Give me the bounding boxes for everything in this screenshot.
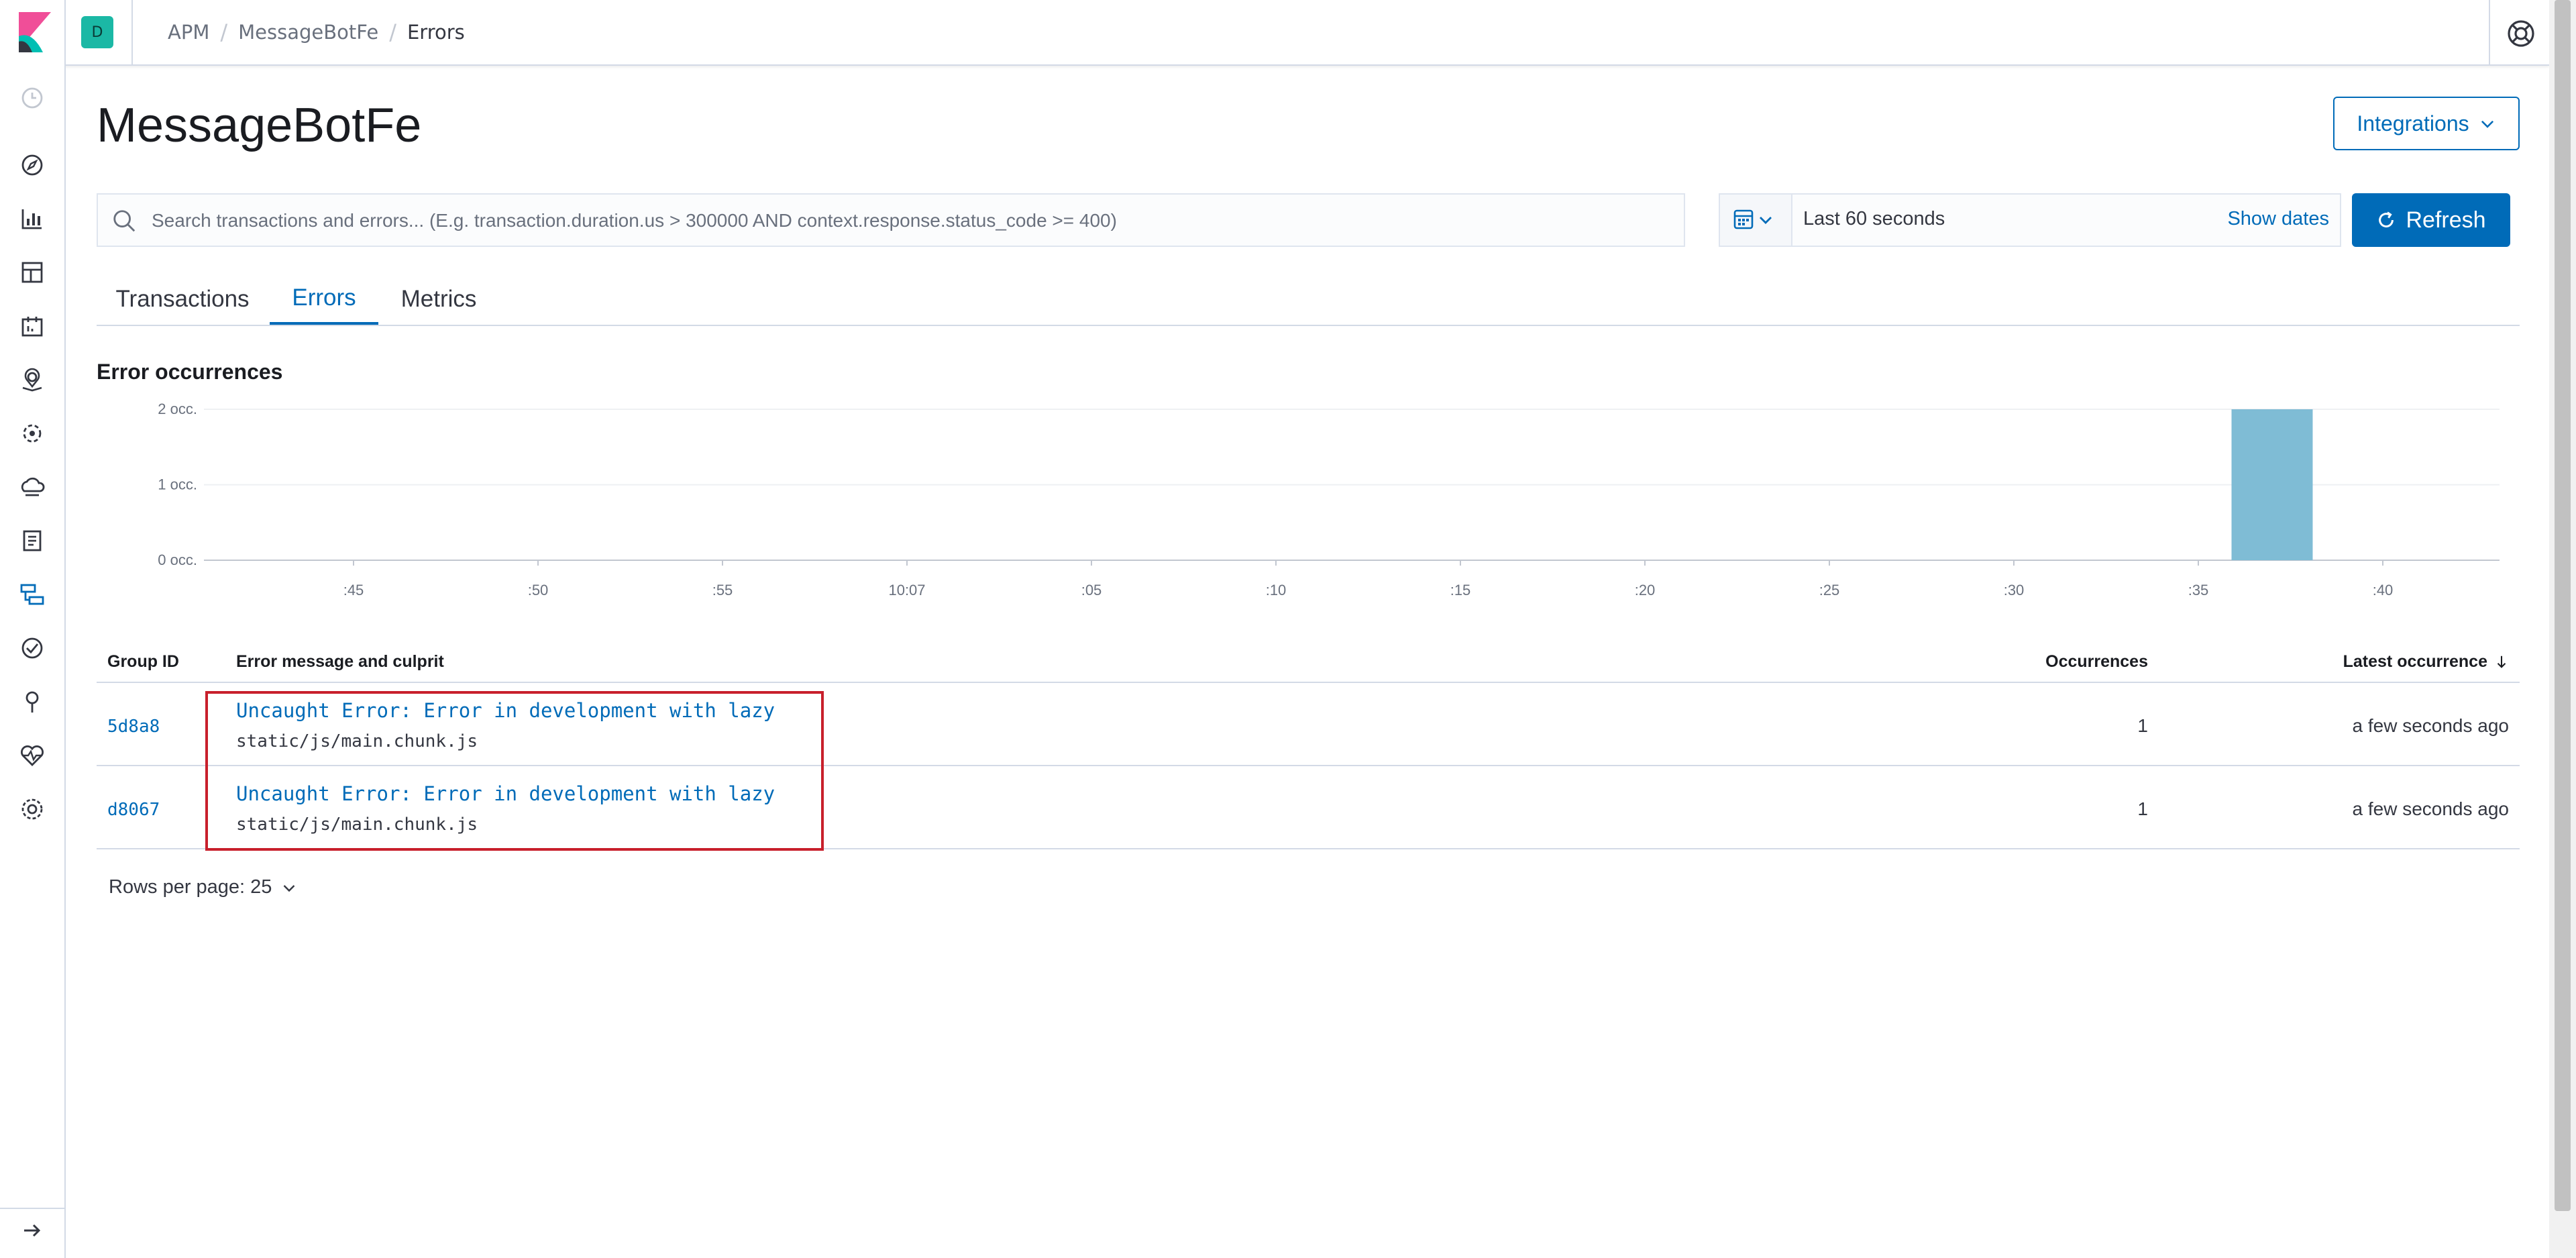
chevron-down-icon [284, 884, 295, 892]
column-header-latest[interactable]: Latest occurrence [2343, 641, 2509, 682]
header-divider [2489, 0, 2490, 64]
y-tick-label: 0 occ. [158, 552, 197, 568]
date-picker: Last 60 seconds Show dates [1719, 193, 2341, 247]
infrastructure-icon[interactable] [19, 474, 46, 501]
tab-transactions[interactable]: Transactions [97, 274, 268, 325]
canvas-icon[interactable] [19, 313, 46, 339]
integrations-button[interactable]: Integrations [2333, 97, 2520, 150]
error-message-link[interactable]: Uncaught Error: Error in development wit… [236, 699, 775, 722]
group-id-link[interactable]: 5d8a8 [107, 717, 160, 737]
breadcrumb-separator: / [389, 19, 396, 45]
search-bar [97, 193, 1685, 247]
table-row: d8067 Uncaught Error: Error in developme… [97, 766, 2520, 849]
search-icon [113, 210, 136, 232]
logs-icon[interactable] [19, 527, 46, 554]
breadcrumb-separator: / [220, 19, 228, 45]
page-title: MessageBotFe [97, 99, 422, 152]
side-nav [0, 64, 66, 1258]
y-tick-label: 1 occ. [158, 476, 197, 493]
chart-bar[interactable] [2231, 409, 2313, 560]
x-tick-label: :45 [343, 582, 364, 598]
chevron-down-icon [2481, 120, 2493, 128]
x-tick-label: :20 [1635, 582, 1656, 598]
breadcrumb-errors: Errors [407, 21, 465, 44]
refresh-button[interactable]: Refresh [2352, 193, 2510, 247]
breadcrumb-service[interactable]: MessageBotFe [238, 21, 378, 44]
tab-bar: Transactions Errors Metrics [97, 274, 2520, 326]
top-header: D APM / MessageBotFe / Errors [0, 0, 2549, 66]
space-avatar[interactable]: D [81, 16, 113, 48]
x-tick-label: :05 [1081, 582, 1102, 598]
dashboard-icon[interactable] [19, 259, 46, 286]
tab-errors[interactable]: Errors [270, 274, 378, 325]
date-range-label[interactable]: Last 60 seconds [1803, 208, 1945, 230]
refresh-label: Refresh [2406, 207, 2486, 233]
scrollbar-thumb[interactable] [2555, 0, 2571, 1211]
occurrences-count: 1 [2137, 715, 2148, 736]
stack-monitoring-icon[interactable] [19, 742, 46, 769]
header-divider [64, 0, 66, 64]
latest-occurrence: a few seconds ago [2352, 715, 2510, 736]
expand-nav-arrow-icon[interactable] [19, 1217, 46, 1244]
x-tick-label: :30 [2004, 582, 2025, 598]
breadcrumb-apm[interactable]: APM [168, 21, 209, 44]
quick-select-button[interactable] [1720, 195, 1792, 246]
x-tick-label: :50 [528, 582, 549, 598]
latest-header-label: Latest occurrence [2343, 651, 2487, 671]
occurrences-count: 1 [2137, 798, 2148, 819]
column-header-message[interactable]: Error message and culprit [236, 641, 444, 682]
breadcrumb: APM / MessageBotFe / Errors [168, 19, 465, 46]
error-message-link[interactable]: Uncaught Error: Error in development wit… [236, 782, 775, 805]
tab-metrics[interactable]: Metrics [378, 274, 499, 325]
latest-occurrence: a few seconds ago [2352, 798, 2510, 819]
x-tick-label: :10 [1266, 582, 1287, 598]
rows-per-page-selector[interactable]: Rows per page: 25 [109, 876, 297, 898]
show-dates-link[interactable]: Show dates [2227, 208, 2329, 230]
y-tick-label: 2 occ. [158, 401, 197, 417]
recently-viewed-icon[interactable] [19, 85, 46, 111]
error-occurrences-chart: 0 occ. 1 occ. 2 occ. :45 :50 :55 10:07 :05 :10 :1… [158, 401, 2500, 598]
error-culprit: static/js/main.chunk.js [236, 815, 478, 835]
search-input[interactable] [150, 195, 1676, 247]
error-culprit: static/js/main.chunk.js [236, 731, 478, 751]
apm-icon[interactable] [19, 581, 46, 608]
column-header-group-id[interactable]: Group ID [107, 641, 179, 682]
rows-per-page-label: Rows per page: 25 [109, 876, 272, 898]
calendar-icon [1733, 209, 1772, 229]
table-row: 5d8a8 Uncaught Error: Error in developme… [97, 683, 2520, 766]
sort-down-arrow-icon [2497, 656, 2506, 668]
header-divider [131, 0, 133, 64]
integrations-label: Integrations [2357, 111, 2469, 136]
management-gear-icon[interactable] [19, 796, 46, 823]
discover-icon[interactable] [19, 152, 46, 178]
x-tick-label: :55 [712, 582, 733, 598]
refresh-icon [2379, 211, 2394, 227]
error-occurrences-title: Error occurrences [97, 360, 283, 384]
x-tick-label: :15 [1450, 582, 1471, 598]
help-icon[interactable] [2506, 19, 2536, 48]
dev-tools-icon[interactable] [19, 688, 46, 715]
group-id-link[interactable]: d8067 [107, 800, 160, 820]
visualize-icon[interactable] [19, 205, 46, 232]
column-header-occurrences[interactable]: Occurrences [2045, 641, 2148, 682]
nav-divider [0, 1208, 64, 1209]
uptime-icon[interactable] [19, 635, 46, 662]
x-tick-label: :25 [1819, 582, 1840, 598]
ml-icon[interactable] [19, 420, 46, 447]
x-tick-label: :40 [2373, 582, 2394, 598]
maps-icon[interactable] [19, 366, 46, 393]
kibana-logo-icon[interactable] [13, 12, 51, 52]
x-tick-label: 10:07 [888, 582, 925, 598]
x-tick-label: :35 [2188, 582, 2209, 598]
